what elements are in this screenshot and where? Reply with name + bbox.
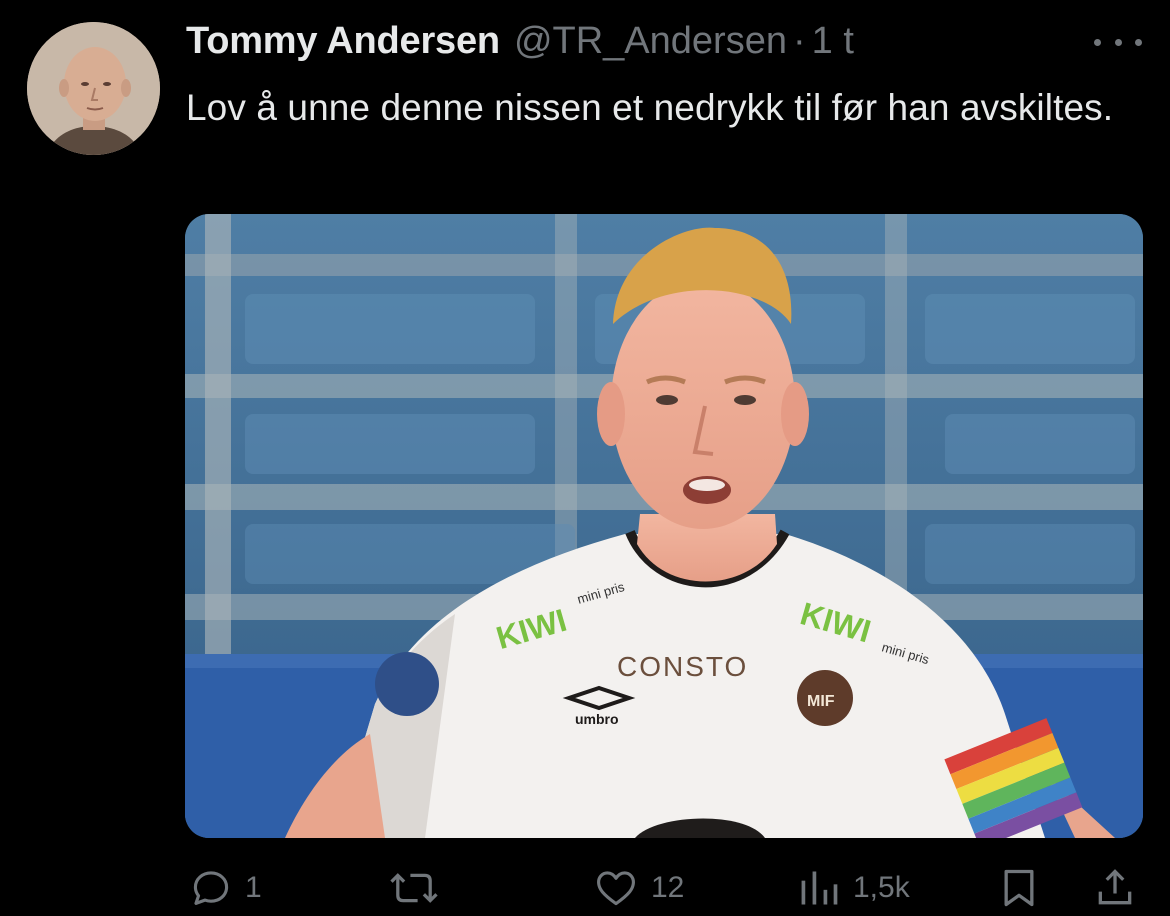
more-dot xyxy=(1135,38,1142,46)
bookmark-button[interactable] xyxy=(997,860,1041,916)
author-handle[interactable]: @TR_Andersen xyxy=(514,20,787,63)
like-button[interactable]: 12 xyxy=(593,860,684,916)
like-count: 12 xyxy=(651,871,685,904)
action-bar: 1 12 1,5k xyxy=(0,860,1170,916)
repost-button[interactable] xyxy=(387,860,453,916)
reply-button[interactable]: 1 xyxy=(189,860,262,916)
more-dot xyxy=(1114,38,1122,46)
shirt-sponsor-text: CONSTO xyxy=(617,651,748,682)
tweet-text: Lov å unne denne nissen et nedrykk til f… xyxy=(186,87,1114,128)
more-icon[interactable] xyxy=(1094,30,1142,54)
tweet-header: Tommy Andersen @TR_Andersen · 1 t xyxy=(186,20,854,70)
kit-brand-text: umbro xyxy=(575,711,619,727)
repost-icon xyxy=(390,873,438,903)
more-dot xyxy=(1094,38,1101,46)
like-icon xyxy=(597,871,635,906)
header-separator: · xyxy=(792,20,806,62)
club-crest-text: MIF xyxy=(807,693,835,710)
views-count: 1,5k xyxy=(853,871,910,904)
tweet[interactable]: Tommy Andersen @TR_Andersen · 1 t Lov å … xyxy=(0,0,1170,916)
reply-icon xyxy=(193,871,229,905)
reply-count: 1 xyxy=(245,871,262,904)
views-button[interactable]: 1,5k xyxy=(797,860,910,916)
share-icon xyxy=(1098,869,1132,905)
bookmark-icon xyxy=(1004,869,1034,907)
author-display-name[interactable]: Tommy Andersen xyxy=(186,20,500,63)
tweet-media[interactable]: KIWI mini pris KIWI mini pris CONSTO umb… xyxy=(185,214,1143,838)
media-photo: KIWI mini pris KIWI mini pris CONSTO umb… xyxy=(185,214,1143,838)
views-icon xyxy=(801,871,838,905)
avatar-image xyxy=(27,22,160,155)
avatar[interactable] xyxy=(27,22,160,155)
tweet-timestamp[interactable]: 1 t xyxy=(812,20,854,63)
share-button[interactable] xyxy=(1093,860,1137,916)
